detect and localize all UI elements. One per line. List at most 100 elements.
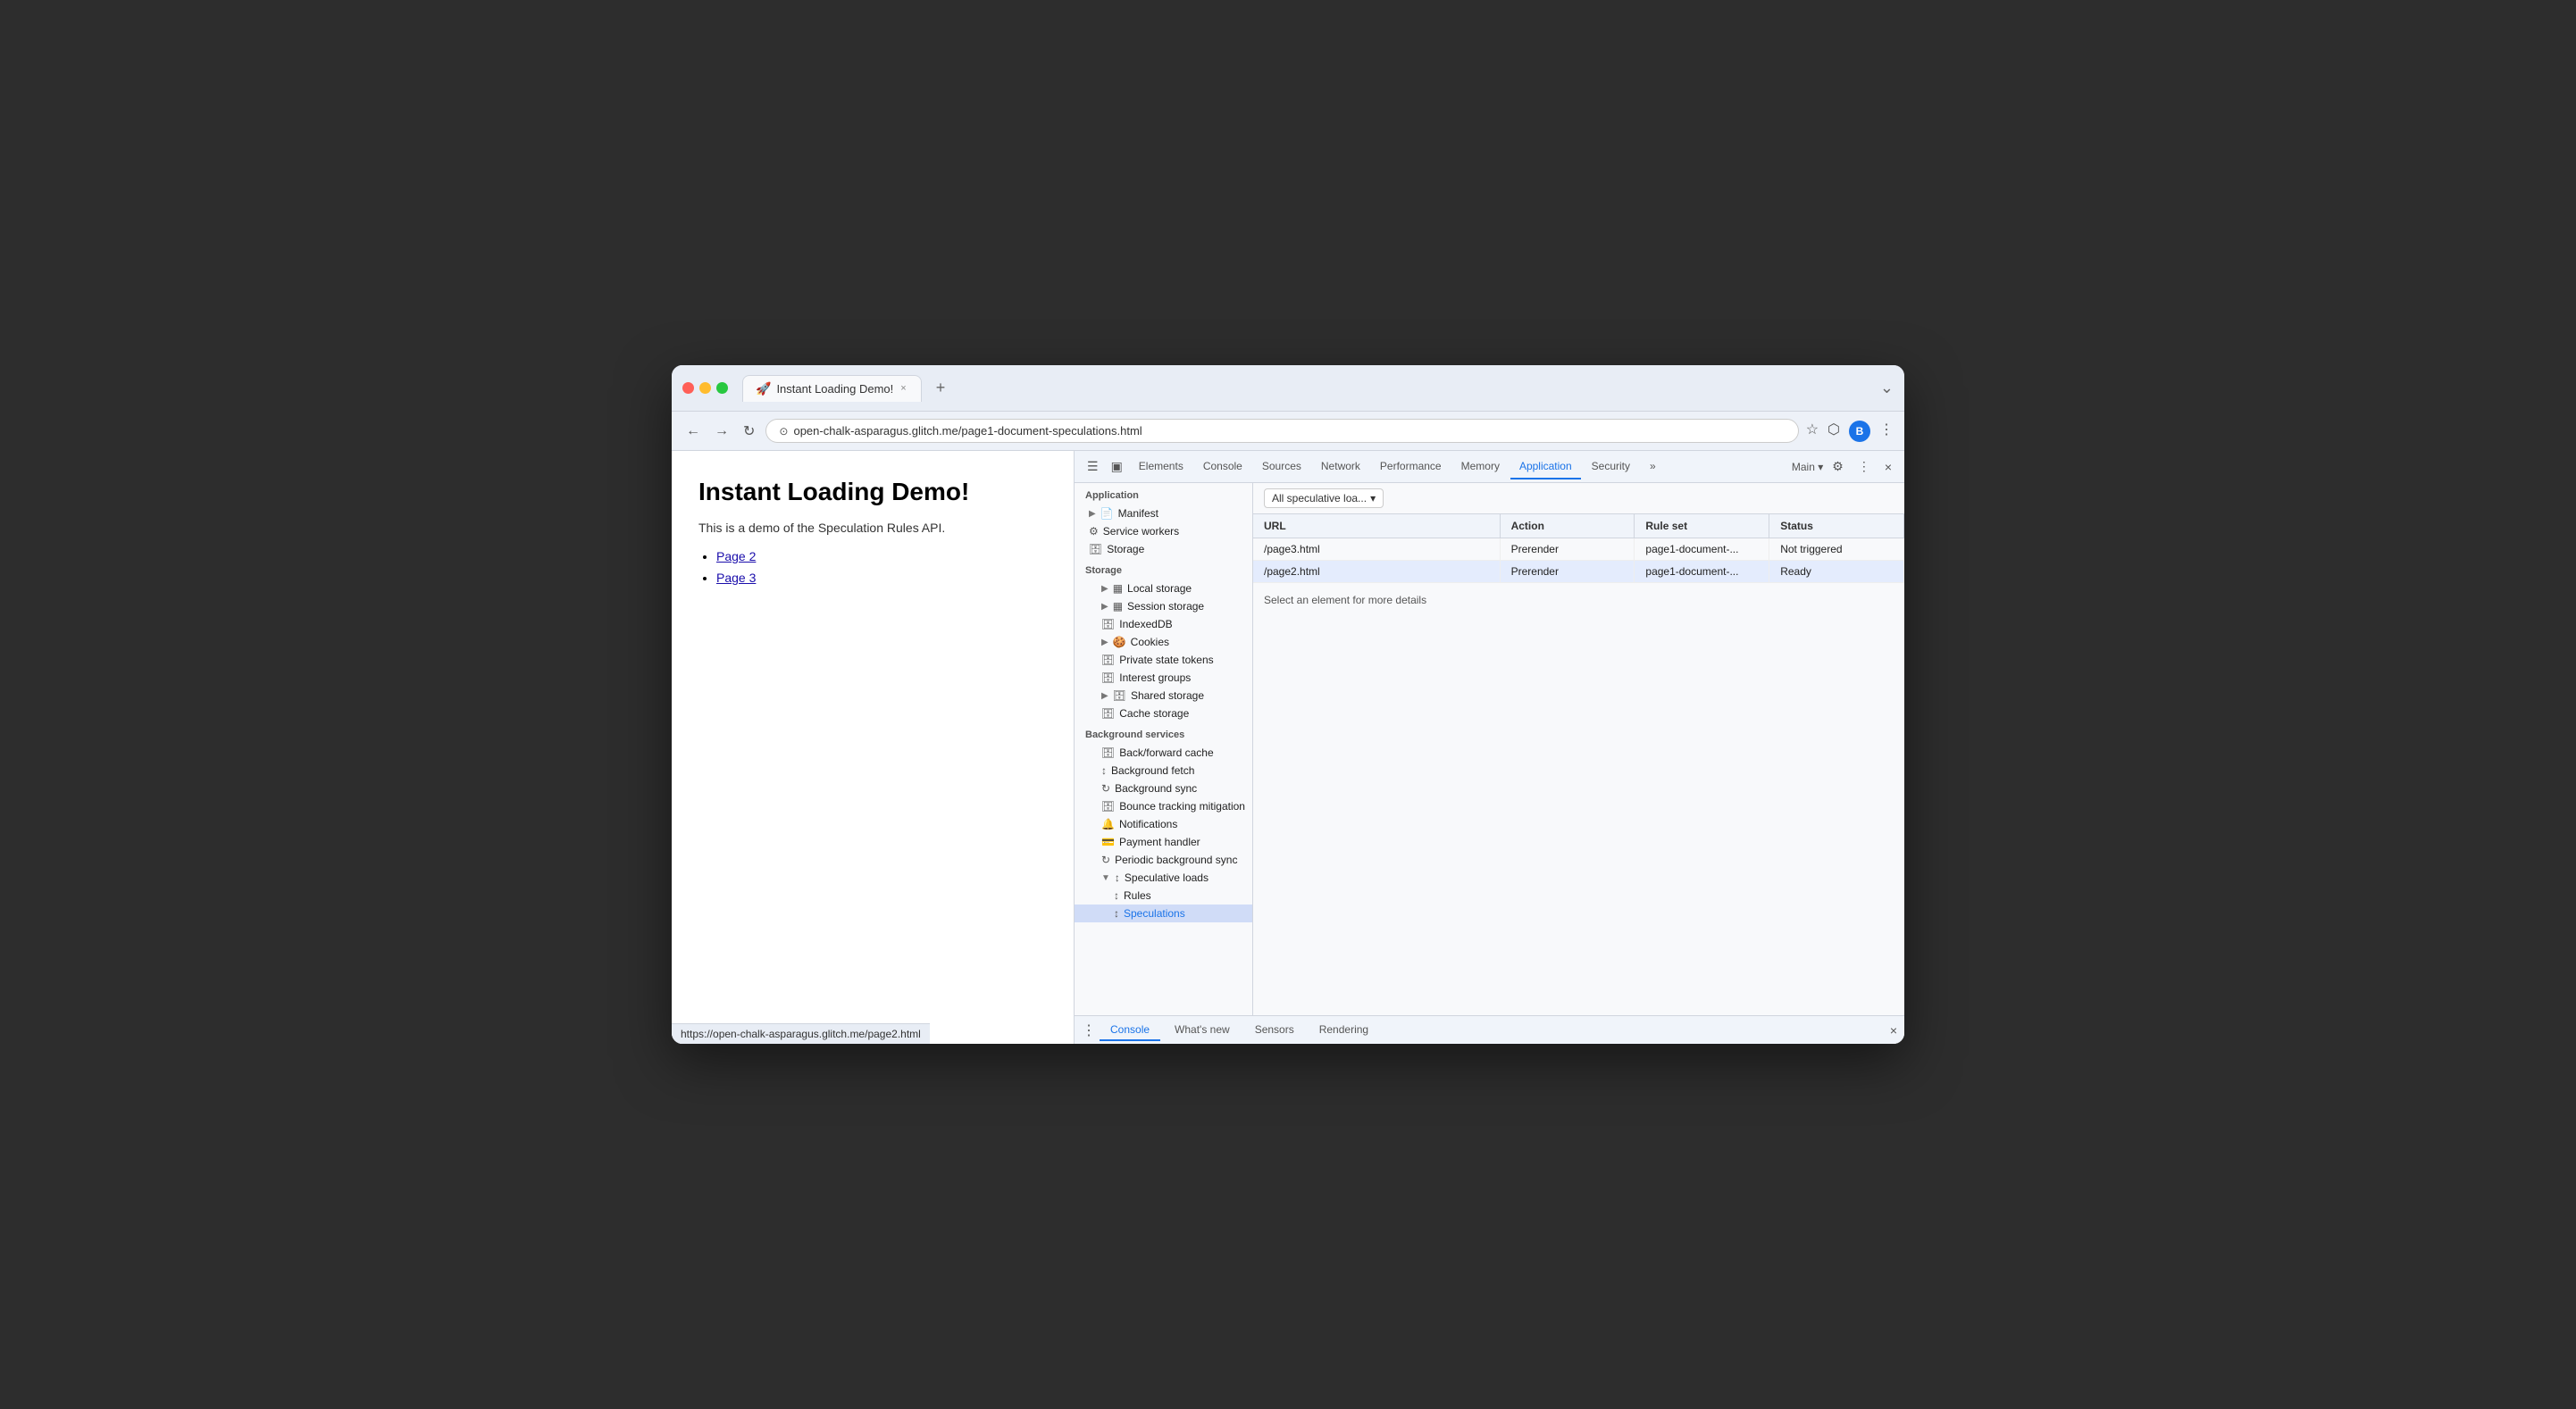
window-dropdown[interactable]: ⌄ — [1880, 379, 1894, 397]
sidebar-item-bounce-tracking[interactable]: 🗄 Bounce tracking mitigation — [1075, 797, 1252, 815]
bottom-tab-whats-new[interactable]: What's new — [1164, 1020, 1241, 1041]
address-bar: ← → ↻ ⊙ open-chalk-asparagus.glitch.me/p… — [672, 412, 1904, 451]
tab-application[interactable]: Application — [1510, 454, 1581, 479]
more-options-icon[interactable]: ⋮ — [1853, 455, 1876, 478]
browser-menu-button[interactable]: ⋮ — [1879, 421, 1894, 442]
row2-status: Ready — [1769, 561, 1904, 582]
tab-icon: 🚀 — [756, 381, 771, 396]
devtools-dock-icon[interactable]: ☰ — [1082, 455, 1104, 478]
browser-tab[interactable]: 🚀 Instant Loading Demo! × — [742, 375, 922, 402]
row2-action: Prerender — [1501, 561, 1635, 582]
maximize-button[interactable] — [716, 382, 728, 394]
tab-label: Instant Loading Demo! — [776, 382, 893, 396]
devtools-bottom-bar: ⋮ Console What's new Sensors Rendering × — [1075, 1015, 1904, 1044]
expand-icon: ▶ — [1101, 691, 1108, 701]
traffic-lights — [682, 382, 728, 394]
sidebar-item-manifest[interactable]: ▶ 📄 Manifest — [1075, 504, 1252, 522]
sidebar-item-notifications[interactable]: 🔔 Notifications — [1075, 815, 1252, 833]
sidebar-item-label: Background fetch — [1111, 764, 1194, 777]
forward-button[interactable]: → — [711, 420, 732, 443]
sidebar-item-cookies[interactable]: ▶ 🍪 Cookies — [1075, 633, 1252, 651]
cache-storage-icon: 🗄 — [1101, 707, 1115, 720]
sidebar-item-rules[interactable]: ↕ Rules — [1075, 887, 1252, 905]
col-url: URL — [1253, 514, 1501, 538]
sidebar-item-label: Interest groups — [1119, 671, 1191, 684]
page2-link[interactable]: Page 2 — [716, 549, 756, 563]
tab-console[interactable]: Console — [1194, 454, 1251, 479]
sidebar-item-storage[interactable]: 🗄 Storage — [1075, 540, 1252, 558]
tab-memory[interactable]: Memory — [1452, 454, 1509, 479]
sidebar-item-private-state-tokens[interactable]: 🗄 Private state tokens — [1075, 651, 1252, 669]
sidebar-item-background-sync[interactable]: ↻ Background sync — [1075, 780, 1252, 797]
sidebar-item-session-storage[interactable]: ▶ ▦ Session storage — [1075, 597, 1252, 615]
url-bar[interactable]: ⊙ open-chalk-asparagus.glitch.me/page1-d… — [765, 419, 1798, 443]
tab-performance[interactable]: Performance — [1371, 454, 1451, 479]
speculations-table: URL Action Rule set Status /page3.html P… — [1253, 514, 1904, 583]
tab-sources[interactable]: Sources — [1253, 454, 1310, 479]
new-tab-button[interactable]: + — [929, 379, 953, 397]
extensions-icon[interactable]: ⬡ — [1827, 421, 1840, 442]
sidebar-item-speculative-loads[interactable]: ▼ ↕ Speculative loads — [1075, 869, 1252, 887]
close-devtools-icon[interactable]: × — [1879, 456, 1897, 478]
context-selector[interactable]: Main ▾ — [1792, 461, 1823, 473]
interest-groups-icon: 🗄 — [1101, 671, 1115, 684]
tab-elements[interactable]: Elements — [1130, 454, 1192, 479]
sidebar-item-label: Bounce tracking mitigation — [1119, 800, 1245, 813]
devtools-body: Application ▶ 📄 Manifest ⚙ Service worke… — [1075, 483, 1904, 1015]
sidebar-item-label: Notifications — [1119, 818, 1177, 830]
bottom-more-icon[interactable]: ⋮ — [1082, 1021, 1096, 1039]
sidebar-item-cache-storage[interactable]: 🗄 Cache storage — [1075, 704, 1252, 722]
minimize-button[interactable] — [699, 382, 711, 394]
background-sync-icon: ↻ — [1101, 782, 1110, 795]
sidebar-item-label: Background sync — [1115, 782, 1197, 795]
refresh-button[interactable]: ↻ — [740, 419, 758, 444]
status-area: Select an element for more details — [1253, 583, 1904, 1015]
tab-security[interactable]: Security — [1583, 454, 1639, 479]
tab-more[interactable]: » — [1641, 454, 1665, 479]
page-content: Instant Loading Demo! This is a demo of … — [672, 451, 1074, 1044]
speculative-loads-icon: ↕ — [1115, 871, 1120, 884]
filter-dropdown[interactable]: All speculative loa... ▾ — [1264, 488, 1384, 508]
service-workers-icon: ⚙ — [1089, 525, 1099, 538]
sidebar-item-label: IndexedDB — [1119, 618, 1172, 630]
sidebar-item-service-workers[interactable]: ⚙ Service workers — [1075, 522, 1252, 540]
sidebar-item-interest-groups[interactable]: 🗄 Interest groups — [1075, 669, 1252, 687]
sidebar-item-label: Session storage — [1127, 600, 1204, 613]
back-button[interactable]: ← — [682, 420, 704, 443]
settings-icon[interactable]: ⚙ — [1827, 455, 1849, 478]
devtools-inspect-icon[interactable]: ▣ — [1106, 455, 1128, 478]
sidebar-item-background-fetch[interactable]: ↕ Background fetch — [1075, 762, 1252, 780]
sidebar-item-local-storage[interactable]: ▶ ▦ Local storage — [1075, 579, 1252, 597]
table-row[interactable]: /page2.html Prerender page1-document-...… — [1253, 561, 1904, 583]
sidebar-item-shared-storage[interactable]: ▶ 🗄 Shared storage — [1075, 687, 1252, 704]
private-state-tokens-icon: 🗄 — [1101, 654, 1115, 666]
sidebar-item-label: Rules — [1124, 889, 1151, 902]
expand-icon: ▶ — [1101, 638, 1108, 647]
sidebar-item-label: Periodic background sync — [1115, 854, 1237, 866]
bookmark-icon[interactable]: ☆ — [1806, 421, 1819, 442]
bottom-tab-rendering[interactable]: Rendering — [1309, 1020, 1379, 1041]
expand-icon: ▶ — [1101, 584, 1108, 594]
sidebar-item-indexeddb[interactable]: 🗄 IndexedDB — [1075, 615, 1252, 633]
sidebar-item-speculations[interactable]: ↕ Speculations — [1075, 905, 1252, 922]
profile-button[interactable]: B — [1849, 421, 1870, 442]
periodic-bg-sync-icon: ↻ — [1101, 854, 1110, 866]
bottom-tab-sensors[interactable]: Sensors — [1244, 1020, 1305, 1041]
rules-icon: ↕ — [1114, 889, 1119, 902]
close-button[interactable] — [682, 382, 694, 394]
tab-close-button[interactable]: × — [899, 381, 907, 396]
close-bottom-panel[interactable]: × — [1890, 1023, 1897, 1038]
collapse-icon: ▼ — [1101, 873, 1110, 883]
list-item: Page 2 — [716, 549, 1047, 565]
bottom-tab-console[interactable]: Console — [1100, 1020, 1160, 1041]
table-row[interactable]: /page3.html Prerender page1-document-...… — [1253, 538, 1904, 561]
tab-network[interactable]: Network — [1312, 454, 1369, 479]
page-links: Page 2 Page 3 — [698, 549, 1047, 587]
sidebar-item-periodic-bg-sync[interactable]: ↻ Periodic background sync — [1075, 851, 1252, 869]
bounce-tracking-icon: 🗄 — [1101, 800, 1115, 813]
sidebar-item-payment-handler[interactable]: 💳 Payment handler — [1075, 833, 1252, 851]
sidebar-item-back-forward-cache[interactable]: 🗄 Back/forward cache — [1075, 744, 1252, 762]
page3-link[interactable]: Page 3 — [716, 571, 756, 585]
back-forward-cache-icon: 🗄 — [1101, 746, 1115, 759]
sidebar-item-label: Local storage — [1127, 582, 1192, 595]
